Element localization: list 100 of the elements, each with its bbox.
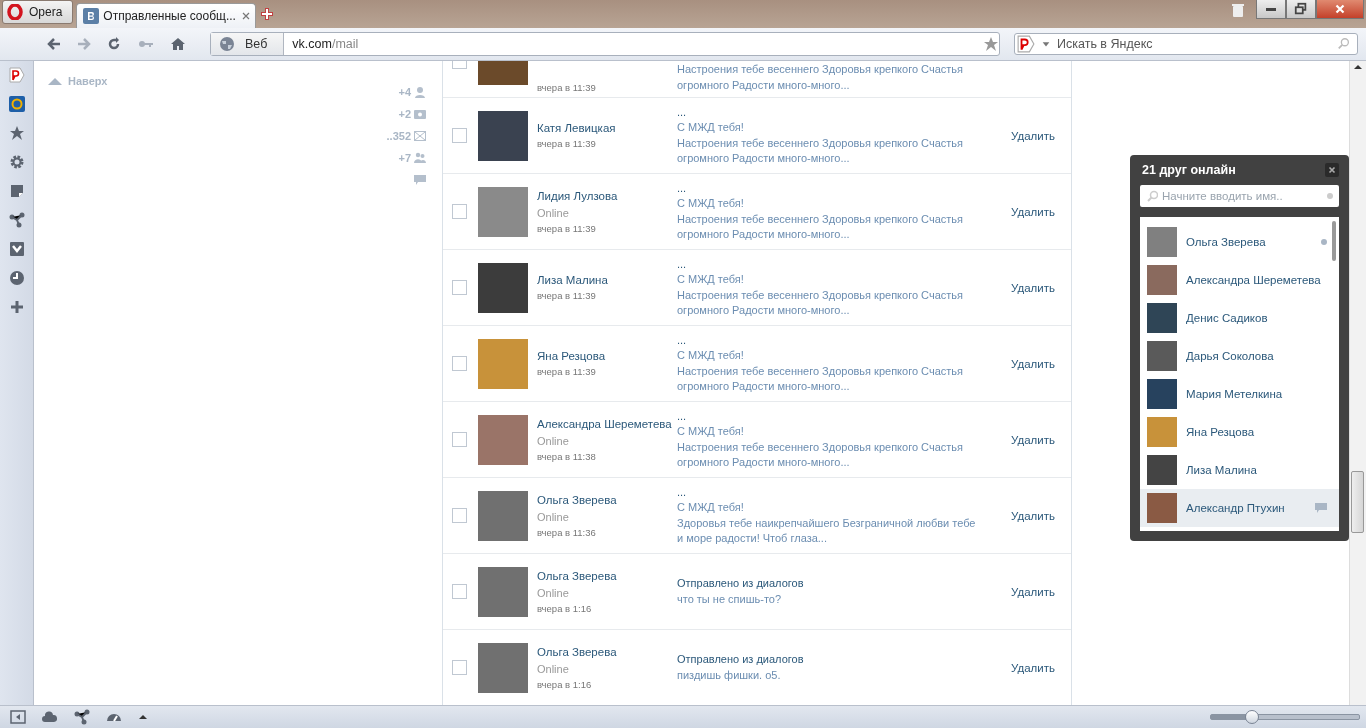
- friend-item[interactable]: Денис Садиков: [1140, 299, 1339, 337]
- message-text: огромного Радости много-много...: [677, 379, 851, 394]
- message-text: С МЖД тебя!: [677, 272, 745, 287]
- message-time: вчера в 11:38: [537, 450, 597, 462]
- contact-name-link[interactable]: Ольга Зверева: [537, 493, 677, 506]
- downloads-icon[interactable]: [8, 241, 25, 257]
- message-text: что ты не спишь-то?: [677, 591, 783, 607]
- delete-link[interactable]: Удалить: [1011, 661, 1055, 674]
- avatar-placeholder: [1147, 265, 1177, 295]
- online-status: Online: [537, 434, 570, 447]
- reload-icon[interactable]: [106, 36, 122, 52]
- search-field[interactable]: Искать в Яндекс: [1014, 33, 1358, 55]
- bookmarks-star-icon[interactable]: [8, 125, 25, 141]
- address-field[interactable]: vk.com/mail: [284, 37, 983, 51]
- delete-link[interactable]: Удалить: [1011, 281, 1055, 294]
- avatar-placeholder: [478, 338, 528, 389]
- checkbox[interactable]: [452, 508, 467, 523]
- delete-link[interactable]: Удалить: [1011, 509, 1055, 522]
- checkbox[interactable]: [452, 660, 467, 675]
- friend-item[interactable]: Александр Птухин: [1140, 489, 1339, 527]
- avatar-placeholder: [1147, 303, 1177, 333]
- checkbox[interactable]: [452, 280, 467, 295]
- panel-toggle-icon[interactable]: [10, 709, 26, 725]
- opera-menu-button[interactable]: Opera: [2, 0, 74, 24]
- scrollbar-thumb[interactable]: [1351, 471, 1364, 533]
- contact-name-link[interactable]: Яна Резцова: [537, 350, 677, 362]
- back-icon[interactable]: [46, 36, 62, 52]
- checkbox[interactable]: [452, 128, 467, 143]
- close-button[interactable]: [1325, 163, 1339, 177]
- delete-link[interactable]: Удалить: [1011, 357, 1055, 370]
- friend-item[interactable]: Яна Резцова: [1140, 413, 1339, 451]
- checkbox[interactable]: [452, 204, 467, 219]
- friend-item[interactable]: Лиза Малина: [1140, 451, 1339, 489]
- close-window-button[interactable]: [1316, 0, 1364, 19]
- avatar-placeholder: [1147, 493, 1177, 523]
- mail-at-icon[interactable]: [8, 96, 25, 112]
- message-title: Отправлено из диалогов: [677, 652, 805, 667]
- camera-icon: [414, 108, 426, 120]
- friend-item[interactable]: Дарья Соколова: [1140, 337, 1339, 375]
- message-text: С МЖД тебя!: [677, 424, 745, 439]
- checkbox[interactable]: [452, 356, 467, 371]
- zoom-up-icon[interactable]: [138, 712, 148, 722]
- message-text: С МЖД тебя!: [677, 120, 745, 135]
- people-icon: [414, 152, 426, 164]
- checkbox[interactable]: [452, 61, 467, 69]
- message-text: огромного Радости много-много...: [677, 151, 851, 166]
- settings-icon[interactable]: [8, 154, 25, 170]
- dropdown-caret-icon[interactable]: [1041, 39, 1051, 49]
- contact-name-link[interactable]: Катя Левицкая: [537, 122, 677, 134]
- close-icon: [1327, 165, 1337, 175]
- message-time: вчера в 11:39: [537, 290, 597, 301]
- contact-name-link[interactable]: Ольга Зверева: [537, 645, 677, 658]
- message-text: огромного Радости много-много...: [677, 303, 851, 318]
- online-dot: [1321, 239, 1327, 245]
- contact-name-link[interactable]: Ольга Зверева: [537, 569, 677, 582]
- checkbox[interactable]: [452, 584, 467, 599]
- avatar-placeholder: [478, 490, 528, 541]
- bookmark-star-icon[interactable]: [983, 36, 999, 52]
- avatar-placeholder: [1147, 417, 1177, 447]
- person-icon: [414, 86, 426, 98]
- home-icon[interactable]: [170, 36, 186, 52]
- history-clock-icon[interactable]: [8, 270, 25, 286]
- friend-item[interactable]: Ольга Зверева: [1140, 223, 1339, 261]
- note-icon[interactable]: [8, 183, 25, 199]
- contact-name-link[interactable]: Лиза Малина: [537, 274, 677, 286]
- cloud-icon[interactable]: [42, 709, 58, 725]
- minimize-button[interactable]: [1256, 0, 1286, 19]
- browser-tab[interactable]: Отправленные сообщ...: [76, 3, 257, 28]
- online-status: Online: [537, 206, 570, 219]
- slider-handle[interactable]: [1245, 710, 1260, 724]
- delete-link[interactable]: Удалить: [1011, 433, 1055, 446]
- checkbox[interactable]: [452, 432, 467, 447]
- new-tab-icon[interactable]: [259, 6, 276, 22]
- trash-icon[interactable]: [1230, 1, 1246, 18]
- message-time: вчера в 1:16: [537, 602, 593, 614]
- message-text: Настроения тебе весеннего Здоровья крепкого Счастья: [677, 363, 964, 379]
- message-text: пиздишь фишки. о5.: [677, 667, 782, 683]
- scrollbar-thumb[interactable]: [1332, 221, 1336, 261]
- message-text: Настроения тебе весеннего Здоровья крепкого Счастья: [677, 62, 964, 77]
- message-time: вчера в 11:39: [537, 222, 597, 234]
- message-text: и море радости! Чтоб глаза...: [677, 531, 828, 546]
- add-panel-icon[interactable]: [8, 299, 25, 315]
- message-time: вчера в 1:16: [537, 678, 593, 690]
- avatar-placeholder: [1147, 227, 1177, 257]
- message-text: Здоровья тебе наикрепчайшего Безграничной любви тебе: [677, 515, 977, 531]
- friend-item[interactable]: Мария Метелкина: [1140, 375, 1339, 413]
- web-mode-button[interactable]: Веб: [211, 33, 285, 55]
- friend-item[interactable]: Александра Шереметева: [1140, 261, 1339, 299]
- message-text: С МЖД тебя!: [677, 196, 745, 211]
- message-title: ...: [677, 180, 688, 196]
- delete-link[interactable]: Удалить: [1011, 129, 1055, 142]
- contact-name-link[interactable]: Лидия Лулзова: [537, 189, 677, 202]
- delete-link[interactable]: Удалить: [1011, 205, 1055, 218]
- avatar-placeholder: [1147, 379, 1177, 409]
- message-text: С МЖД тебя!: [677, 500, 745, 515]
- message-time: вчера в 11:39: [537, 366, 597, 377]
- contact-name-link[interactable]: Александра Шереметева: [537, 417, 677, 430]
- delete-link[interactable]: Удалить: [1011, 585, 1055, 598]
- restore-button[interactable]: [1286, 0, 1316, 19]
- status-dot: [1327, 193, 1333, 199]
